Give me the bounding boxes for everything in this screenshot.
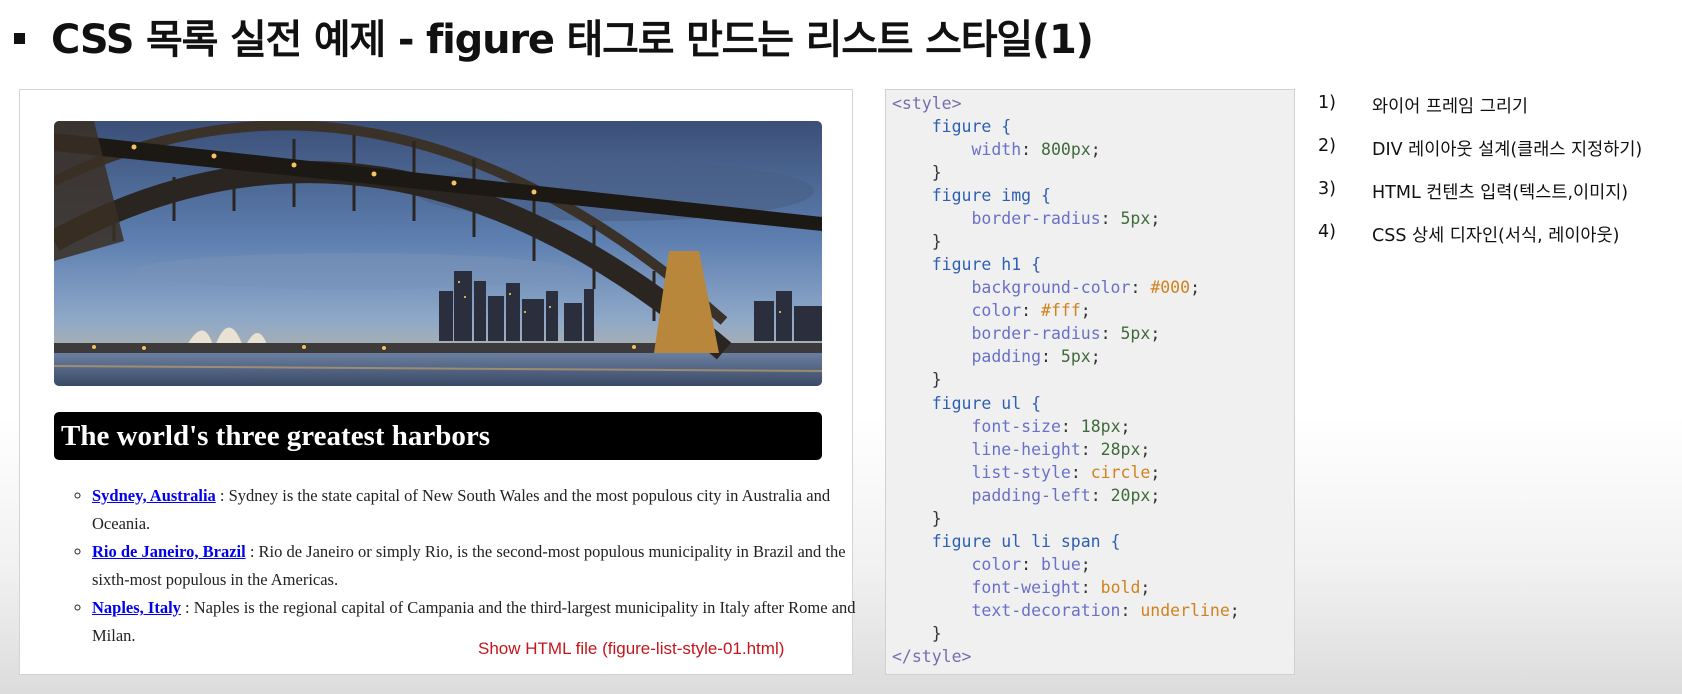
code-line: figure {	[892, 117, 1012, 136]
step-label: 와이어 프레임 그리기	[1372, 97, 1529, 117]
harbor-list: Sydney, Australia : Sydney is the state …	[72, 482, 862, 650]
code-line: font-size: 18px;	[971, 417, 1131, 436]
code-line: border-radius: 5px;	[971, 209, 1161, 228]
place-name: Sydney, Australia	[92, 486, 216, 505]
step-number: 1)	[1318, 93, 1336, 113]
harbor-bridge-image	[54, 121, 822, 386]
code-line: padding: 5px;	[971, 347, 1101, 366]
code-line: padding-left: 20px;	[971, 486, 1161, 505]
code-line: font-weight: bold;	[971, 578, 1151, 597]
place-name: Naples, Italy	[92, 598, 181, 617]
step-label: CSS 상세 디자인(서식, 레이아웃)	[1372, 226, 1620, 246]
step-number: 4)	[1318, 222, 1336, 242]
step-number: 2)	[1318, 136, 1336, 156]
list-item: Sydney, Australia : Sydney is the state …	[92, 482, 862, 538]
code-line: color: blue;	[971, 555, 1091, 574]
code-line: }	[892, 509, 942, 528]
show-html-file-link[interactable]: Show HTML file (figure-list-style-01.htm…	[478, 639, 784, 659]
code-line: }	[892, 370, 942, 389]
code-line: line-height: 28px;	[971, 440, 1151, 459]
title-bullet-icon	[14, 32, 25, 44]
code-line: figure h1 {	[892, 255, 1042, 274]
css-code-panel: <style> figure { width: 800px; } figure …	[885, 89, 1295, 675]
code-line: text-decoration: underline;	[971, 601, 1240, 620]
code-line: figure ul {	[892, 394, 1042, 413]
step-label: DIV 레이아웃 설계(클래스 지정하기)	[1372, 140, 1643, 160]
code-line: }	[892, 232, 942, 251]
code-line: width: 800px;	[971, 140, 1101, 159]
slide-title-text: CSS 목록 실전 예제 - figure 태그로 만드는 리스트 스타일(1)	[51, 17, 1094, 63]
code-line: list-style: circle;	[971, 463, 1161, 482]
list-item: Rio de Janeiro, Brazil : Rio de Janeiro …	[92, 538, 862, 594]
harbor-bridge-photo	[54, 121, 822, 386]
html-preview-panel: The world's three greatest harbors Sydne…	[19, 89, 856, 675]
code-line: figure ul li span {	[892, 532, 1121, 551]
code-line: background-color: #000;	[971, 278, 1200, 297]
code-line: figure img {	[892, 186, 1051, 205]
place-name: Rio de Janeiro, Brazil	[92, 542, 246, 561]
place-description: : Naples is the regional capital of Camp…	[92, 598, 856, 645]
code-line: }	[892, 163, 942, 182]
step-label: HTML 컨텐츠 입력(텍스트,이미지)	[1372, 183, 1629, 203]
figure-heading: The world's three greatest harbors	[54, 412, 822, 460]
code-line: </style>	[892, 647, 972, 666]
slide-title: CSS 목록 실전 예제 - figure 태그로 만드는 리스트 스타일(1)	[14, 6, 1094, 66]
step-number: 3)	[1318, 179, 1336, 199]
code-line: }	[892, 624, 942, 643]
code-line: color: #fff;	[971, 301, 1091, 320]
code-line: border-radius: 5px;	[971, 324, 1161, 343]
code-line: <style>	[892, 94, 962, 113]
